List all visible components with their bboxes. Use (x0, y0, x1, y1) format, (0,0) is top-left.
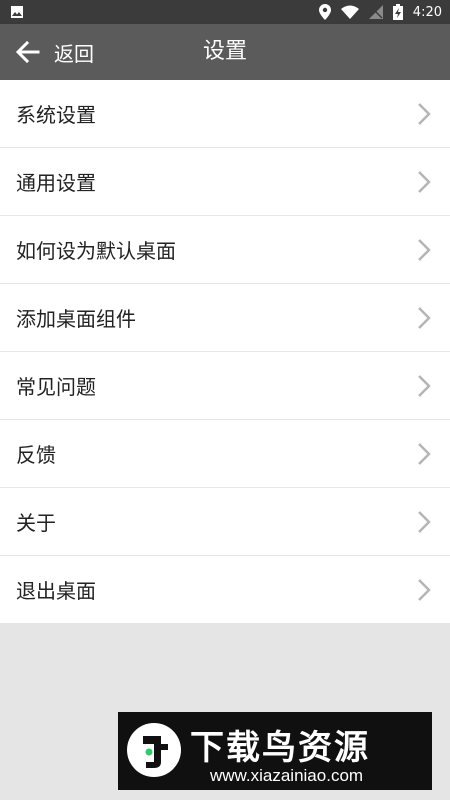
menu-item-add-widget[interactable]: 添加桌面组件 (0, 284, 450, 352)
signal-off-icon (368, 5, 383, 19)
chevron-right-icon (418, 443, 431, 465)
arrow-left-icon (15, 40, 40, 64)
menu-item-label: 通用设置 (16, 171, 96, 195)
chevron-right-icon (418, 375, 431, 397)
chevron-right-icon (418, 239, 431, 261)
menu-item-label: 添加桌面组件 (16, 307, 136, 331)
watermark-brand: 下载鸟资源 (190, 728, 370, 768)
menu-item-exit-desktop[interactable]: 退出桌面 (0, 556, 450, 623)
chevron-right-icon (418, 307, 431, 329)
menu-item-faq[interactable]: 常见问题 (0, 352, 450, 420)
status-time: 4:20 (412, 4, 442, 20)
menu-item-label: 退出桌面 (16, 579, 96, 603)
location-icon (318, 4, 331, 20)
menu-item-label: 如何设为默认桌面 (16, 239, 176, 263)
image-notification-icon (11, 6, 23, 18)
menu-item-label: 反馈 (16, 443, 56, 467)
settings-menu: 系统设置 通用设置 如何设为默认桌面 添加桌面组件 常见问题 反馈 关于 退出桌… (0, 80, 450, 623)
bird-logo-icon (127, 723, 181, 777)
status-bar: 4:20 (0, 0, 450, 24)
app-bar: 返回 设置 (0, 24, 450, 80)
back-label: 返回 (54, 41, 94, 66)
menu-item-general-settings[interactable]: 通用设置 (0, 148, 450, 216)
battery-charging-icon (392, 4, 403, 20)
menu-item-feedback[interactable]: 反馈 (0, 420, 450, 488)
chevron-right-icon (418, 511, 431, 533)
menu-item-label: 系统设置 (16, 103, 96, 127)
menu-item-about[interactable]: 关于 (0, 488, 450, 556)
chevron-right-icon (418, 171, 431, 193)
menu-item-system-settings[interactable]: 系统设置 (0, 80, 450, 148)
watermark: 下载鸟资源 www.xiazainiao.com (118, 712, 432, 790)
back-button[interactable]: 返回 (8, 24, 118, 80)
menu-item-label: 常见问题 (16, 375, 96, 399)
wifi-icon (340, 5, 359, 19)
menu-item-label: 关于 (16, 511, 56, 535)
menu-item-default-desktop[interactable]: 如何设为默认桌面 (0, 216, 450, 284)
watermark-url: www.xiazainiao.com (210, 766, 364, 785)
chevron-right-icon (418, 103, 431, 125)
chevron-right-icon (418, 579, 431, 601)
